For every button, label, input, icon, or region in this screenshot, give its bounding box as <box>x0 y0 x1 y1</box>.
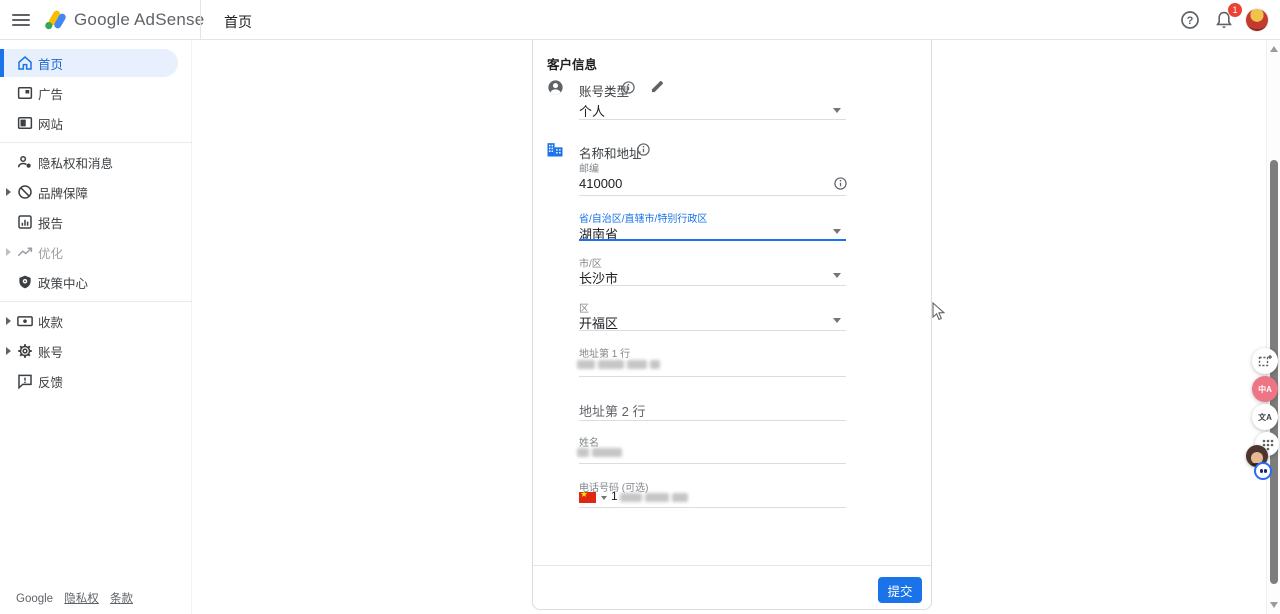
header-divider <box>200 0 201 40</box>
field-underline <box>579 376 846 377</box>
capture-icon <box>1257 353 1273 369</box>
chevron-right-icon <box>6 317 11 325</box>
scrollbar-down-arrow[interactable] <box>1270 602 1278 608</box>
sidebar-footer: Google 隐私权 条款 <box>16 590 133 606</box>
privacy-link[interactable]: 隐私权 <box>64 593 99 605</box>
sidebar-item-home[interactable]: 首页 <box>0 48 192 78</box>
sites-icon <box>16 114 34 132</box>
sidebar-item-reports[interactable]: 报告 <box>0 207 192 237</box>
address-line2-input[interactable]: 地址第 2 行 <box>579 401 645 420</box>
building-icon <box>545 139 565 159</box>
account-circle-icon <box>546 78 565 97</box>
selected-indicator <box>0 49 4 77</box>
scrollbar-up-arrow[interactable] <box>1270 46 1278 52</box>
payments-icon <box>16 312 34 330</box>
google-footer-text: Google <box>16 593 53 605</box>
customer-info-card: 客户信息 账号类型 个人 <box>532 40 932 610</box>
chevron-right-icon <box>6 347 11 355</box>
chevron-down-icon <box>833 318 841 323</box>
robot-assistant-button[interactable] <box>1254 462 1272 480</box>
edit-pencil-icon[interactable] <box>650 79 665 94</box>
field-underline <box>579 195 846 196</box>
field-underline <box>579 463 846 464</box>
address-line1-label: 地址第 1 行 <box>579 345 630 360</box>
terms-link[interactable]: 条款 <box>110 593 133 605</box>
account-type-select[interactable]: 个人 <box>579 101 605 120</box>
info-icon[interactable] <box>834 177 847 190</box>
name-label: 姓名 <box>579 434 599 449</box>
sidebar-item-optimization[interactable]: 优化 <box>0 237 192 267</box>
sidebar-item-privacy-messaging[interactable]: 隐私权和消息 <box>0 147 192 177</box>
sidebar-item-brand-safety[interactable]: 品牌保障 <box>0 177 192 207</box>
adsense-logo-icon <box>42 7 68 33</box>
reports-icon <box>16 213 34 231</box>
chevron-down-icon <box>833 273 841 278</box>
privacy-messaging-icon <box>16 153 34 171</box>
sidebar-item-account[interactable]: 账号 <box>0 336 192 366</box>
chevron-down-icon <box>601 496 607 500</box>
province-label: 省/自治区/直辖市/特别行政区 <box>579 210 707 225</box>
ads-icon <box>16 84 34 102</box>
svg-text:?: ? <box>1187 15 1194 27</box>
address-line1-input-redacted[interactable] <box>577 360 660 369</box>
sidebar-divider <box>0 301 192 302</box>
chevron-right-icon <box>6 188 11 196</box>
card-section-title: 客户信息 <box>547 54 597 73</box>
help-button[interactable]: ? <box>1178 8 1202 32</box>
page-scrollbar[interactable] <box>1266 40 1280 614</box>
sidebar-nav: 首页 广告 网站 <box>0 40 192 614</box>
sidebar-item-feedback[interactable]: 反馈 <box>0 366 192 396</box>
translate-glyph: 文A <box>1258 412 1272 423</box>
sidebar-item-sites[interactable]: 网站 <box>0 108 192 138</box>
optimization-icon <box>16 243 34 261</box>
chevron-right-icon <box>6 248 11 256</box>
phone-prefix[interactable]: 1 <box>611 489 618 503</box>
chevron-down-icon <box>833 108 841 113</box>
brand-safety-icon <box>16 183 34 201</box>
feedback-icon <box>16 372 34 390</box>
sidebar-divider <box>0 142 192 143</box>
info-icon[interactable] <box>637 143 650 156</box>
translate-extension-pink-button[interactable]: 中A <box>1252 376 1278 402</box>
field-underline <box>579 330 846 331</box>
field-underline <box>579 285 846 286</box>
page-title: 首页 <box>224 12 252 32</box>
notification-badge: 1 <box>1228 3 1242 17</box>
sidebar-item-policy-center[interactable]: 政策中心 <box>0 267 192 297</box>
policy-center-icon <box>16 273 34 291</box>
name-input-redacted[interactable] <box>577 448 622 457</box>
translate-extension-white-button[interactable]: 文A <box>1252 404 1278 430</box>
screenshot-extension-button[interactable] <box>1252 348 1278 374</box>
home-icon <box>16 54 34 72</box>
info-icon[interactable] <box>622 81 635 94</box>
card-footer-divider <box>533 565 931 566</box>
settings-gear-icon <box>16 342 34 360</box>
field-underline <box>579 507 846 508</box>
help-icon: ? <box>1180 10 1200 30</box>
translate-glyph: 中A <box>1258 384 1272 395</box>
adsense-page: Google AdSense 首页 ? 1 <box>0 0 1280 614</box>
user-avatar[interactable] <box>1246 9 1268 31</box>
postal-input[interactable]: 410000 <box>579 176 622 191</box>
phone-input-redacted[interactable] <box>620 493 688 502</box>
field-underline <box>579 420 846 421</box>
field-underline-focused <box>579 239 846 241</box>
sidebar-item-ads[interactable]: 广告 <box>0 78 192 108</box>
postal-label: 邮编 <box>579 160 599 175</box>
submit-button[interactable]: 提交 <box>878 577 922 603</box>
china-flag-icon[interactable]: ★ <box>579 492 596 503</box>
hamburger-menu-icon[interactable] <box>12 11 30 29</box>
sidebar-item-payments[interactable]: 收款 <box>0 306 192 336</box>
chevron-down-icon <box>833 229 841 234</box>
brand-text: Google AdSense <box>74 10 204 30</box>
top-app-bar: Google AdSense 首页 ? 1 <box>0 0 1280 40</box>
notifications-button[interactable]: 1 <box>1212 8 1236 32</box>
field-underline <box>579 119 846 120</box>
mouse-cursor <box>932 302 945 321</box>
